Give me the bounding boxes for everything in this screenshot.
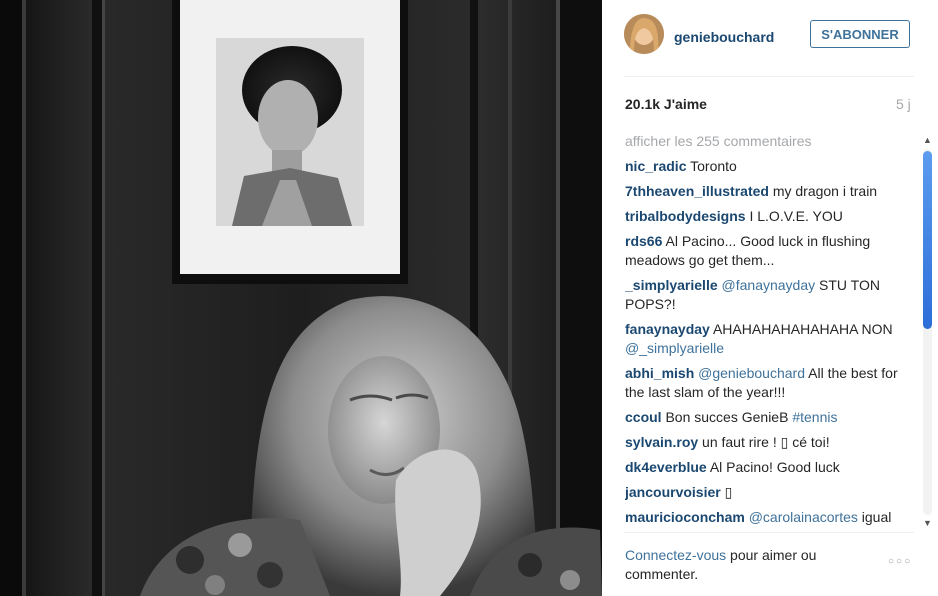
comment-mention[interactable]: @carolainacortes [749,509,858,525]
scroll-up-icon[interactable]: ▲ [922,135,933,145]
view-all-comments-link[interactable]: afficher les 255 commentaires [625,132,910,151]
login-prompt: Connectez-vous pour aimer ou commenter. [625,546,855,584]
comment-item: rds66 Al Pacino... Good luck in flushing… [625,232,910,270]
more-options-icon[interactable]: ○○○ [888,556,912,567]
comment-item: tribalbodydesigns I L.O.V.E. YOU [625,207,910,226]
comment-mention[interactable]: @_simplyarielle [625,340,724,356]
comment-item: sylvain.roy un faut rire ! ▯ cé toi! [625,433,910,452]
comment-text: ▯ [724,484,733,500]
comment-hashtag[interactable]: #tennis [792,409,837,425]
instagram-post: geniebouchard S'ABONNER 20.1k J'aime 5 j… [0,0,938,596]
comment-text: AHAHAHAHAHAHAHA NON [712,321,893,337]
post-photo[interactable] [0,0,602,596]
footer-divider [624,532,914,533]
comment-item: _simplyarielle @fanaynayday STU TON POPS… [625,276,910,314]
post-header: geniebouchard S'ABONNER [624,14,914,58]
comment-text: Al Pacino! Good luck [709,459,840,475]
post-age[interactable]: 5 j [896,96,911,112]
comment-username[interactable]: sylvain.roy [625,434,698,450]
comment-item: ccoul Bon succes GenieB #tennis [625,408,910,427]
comments-container: nic_radic Toronto 7thheaven_illustrated m… [625,157,910,530]
comment-item: fanaynayday AHAHAHAHAHAHAHA NON @_simply… [625,320,910,358]
comment-username[interactable]: dk4everblue [625,459,707,475]
username-link[interactable]: geniebouchard [674,29,774,45]
likes-count[interactable]: 20.1k J'aime [625,96,707,112]
comment-username[interactable]: rds66 [625,233,662,249]
follow-button[interactable]: S'ABONNER [810,20,910,48]
comments-scrollbar[interactable]: ▲ ▼ [920,135,935,530]
comment-username[interactable]: _simplyarielle [625,277,718,293]
scroll-thumb[interactable] [923,151,932,329]
comment-username[interactable]: mauricioconcham [625,509,745,525]
comment-item: 7thheaven_illustrated my dragon i train [625,182,910,201]
comment-text: Toronto [690,158,737,174]
comment-username[interactable]: ccoul [625,409,662,425]
comment-text: I L.O.V.E. YOU [749,208,843,224]
comment-item: jancourvoisier ▯ [625,483,910,502]
comment-text: Al Pacino... Good luck in flushing meado… [625,233,871,268]
comment-text: Bon succes GenieB [665,409,793,425]
scroll-down-icon[interactable]: ▼ [922,518,933,528]
avatar[interactable] [624,14,664,54]
header-divider [624,76,914,77]
comment-item: nic_radic Toronto [625,157,910,176]
comment-username[interactable]: abhi_mish [625,365,694,381]
comments-list[interactable]: afficher les 255 commentaires nic_radic … [625,130,910,530]
login-link[interactable]: Connectez-vous [625,547,726,563]
comment-item: dk4everblue Al Pacino! Good luck [625,458,910,477]
avatar-image [624,14,664,54]
comment-text: un faut rire ! ▯ cé toi! [702,434,830,450]
comment-username[interactable]: nic_radic [625,158,686,174]
comment-username[interactable]: fanaynayday [625,321,710,337]
post-side-panel: geniebouchard S'ABONNER 20.1k J'aime 5 j… [602,0,938,596]
photo-image [0,0,602,596]
comment-item: abhi_mish @geniebouchard All the best fo… [625,364,910,402]
comment-mention[interactable]: @geniebouchard [698,365,805,381]
comment-username[interactable]: jancourvoisier [625,484,721,500]
comment-username[interactable]: tribalbodydesigns [625,208,746,224]
comment-item: mauricioconcham @carolainacortes igual q… [625,508,910,530]
comment-username[interactable]: 7thheaven_illustrated [625,183,769,199]
comment-mention[interactable]: @fanaynayday [722,277,816,293]
comment-text: my dragon i train [772,183,878,199]
